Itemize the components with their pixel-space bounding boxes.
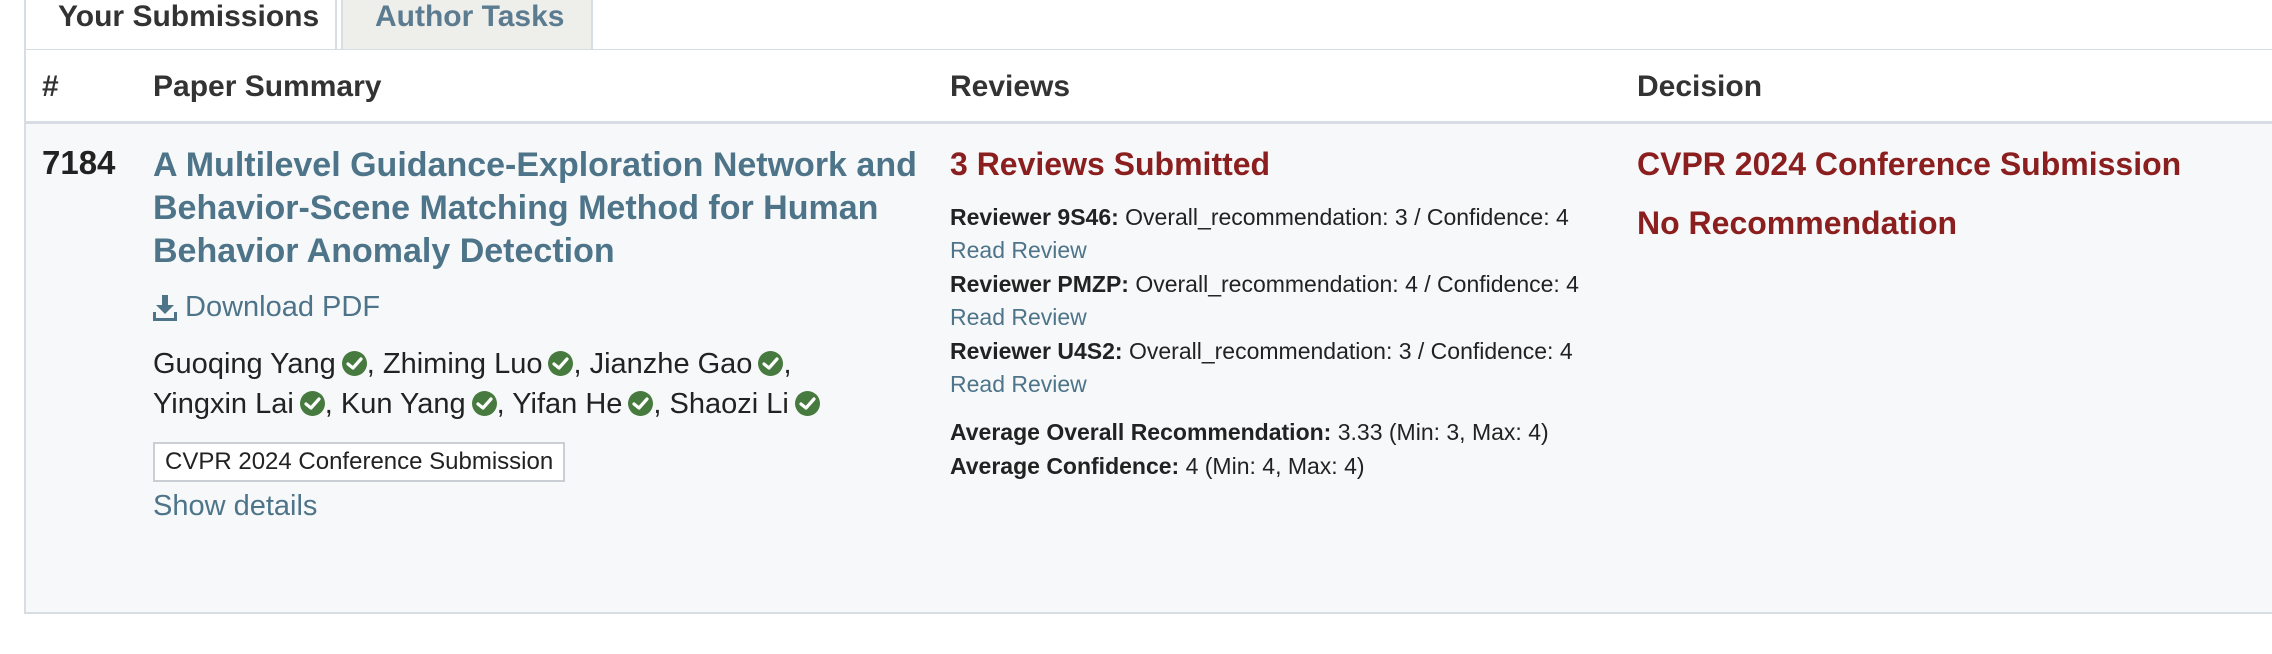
submissions-table: # Paper Summary Reviews Decision 7184 A … xyxy=(24,50,2272,614)
review-summary: Reviewer 9S46: Overall_recommendation: 3… xyxy=(950,200,1640,234)
avg-conf-value: 4 (Min: 4, Max: 4) xyxy=(1185,453,1365,479)
decision-cell: CVPR 2024 Conference Submission No Recom… xyxy=(1637,144,2237,262)
author-name[interactable]: Guoqing Yang xyxy=(153,348,367,380)
author-list: Guoqing Yang, Zhiming Luo, Jianzhe Gao, … xyxy=(153,344,933,424)
review-summary: Reviewer PMZP: Overall_recommendation: 4… xyxy=(950,267,1640,301)
paper-summary: A Multilevel Guidance-Exploration Networ… xyxy=(153,144,953,523)
verified-check-icon xyxy=(341,351,367,376)
download-pdf-label: Download PDF xyxy=(185,291,381,323)
show-details-link[interactable]: Show details xyxy=(153,490,953,523)
review-entry: Reviewer PMZP: Overall_recommendation: 4… xyxy=(950,267,1640,334)
table-row: 7184 A Multilevel Guidance-Exploration N… xyxy=(26,124,2272,612)
author-label: Yifan He xyxy=(512,388,623,420)
download-icon xyxy=(153,294,177,321)
author-label: Guoqing Yang xyxy=(153,348,336,380)
decision-venue: CVPR 2024 Conference Submission xyxy=(1637,146,2182,182)
average-recommendation: Average Overall Recommendation: 3.33 (Mi… xyxy=(950,415,1640,449)
reviewer-name: Reviewer U4S2: xyxy=(950,338,1123,364)
submission-number: 7184 xyxy=(42,144,116,181)
author-label: Shaozi Li xyxy=(669,388,789,420)
author-name[interactable]: Zhiming Luo xyxy=(383,348,574,380)
read-review-link[interactable]: Read Review xyxy=(950,301,1640,334)
tab-your-submissions[interactable]: Your Submissions xyxy=(24,0,337,49)
review-entry: Reviewer 9S46: Overall_recommendation: 3… xyxy=(950,200,1640,267)
author-name[interactable]: Jianzhe Gao xyxy=(590,348,784,380)
author-name[interactable]: Shaozi Li xyxy=(670,388,820,420)
paper-title-link[interactable]: A Multilevel Guidance-Exploration Networ… xyxy=(153,144,953,273)
header-paper-summary: Paper Summary xyxy=(153,70,382,103)
reviews-cell: 3 Reviews Submitted Reviewer 9S46: Overa… xyxy=(950,144,1640,483)
author-name[interactable]: Yingxin Lai xyxy=(153,388,325,420)
read-review-link[interactable]: Read Review xyxy=(950,234,1640,267)
verified-check-icon xyxy=(794,391,820,416)
download-pdf-link[interactable]: Download PDF xyxy=(153,291,953,324)
review-summary: Reviewer U4S2: Overall_recommendation: 3… xyxy=(950,334,1640,368)
author-name[interactable]: Yifan He xyxy=(512,388,654,420)
avg-conf-label: Average Confidence: xyxy=(950,453,1180,479)
author-label: Zhiming Luo xyxy=(382,348,543,380)
review-scores: Overall_recommendation: 3 / Confidence: … xyxy=(1125,204,1569,230)
review-averages: Average Overall Recommendation: 3.33 (Mi… xyxy=(950,415,1640,483)
reviewer-name: Reviewer 9S46: xyxy=(950,204,1119,230)
table-header: # Paper Summary Reviews Decision xyxy=(26,50,2272,124)
review-entry: Reviewer U4S2: Overall_recommendation: 3… xyxy=(950,334,1640,401)
verified-check-icon xyxy=(548,351,574,376)
avg-rec-value: 3.33 (Min: 3, Max: 4) xyxy=(1337,419,1549,445)
reviewer-name: Reviewer PMZP: xyxy=(950,271,1129,297)
review-scores: Overall_recommendation: 3 / Confidence: … xyxy=(1128,338,1573,364)
author-label: Kun Yang xyxy=(340,388,466,420)
author-name[interactable]: Kun Yang xyxy=(341,388,497,420)
author-label: Yingxin Lai xyxy=(153,388,294,420)
author-label: Jianzhe Gao xyxy=(589,348,753,380)
average-confidence: Average Confidence: 4 (Min: 4, Max: 4) xyxy=(950,449,1640,483)
avg-rec-label: Average Overall Recommendation: xyxy=(950,419,1332,445)
read-review-link[interactable]: Read Review xyxy=(950,368,1640,401)
review-scores: Overall_recommendation: 4 / Confidence: … xyxy=(1135,271,1579,297)
verified-check-icon xyxy=(299,391,325,416)
reviews-count-title: 3 Reviews Submitted xyxy=(950,146,1271,182)
header-reviews: Reviews xyxy=(950,70,1071,103)
verified-check-icon xyxy=(758,351,784,376)
tab-bar: Your Submissions Author Tasks xyxy=(0,0,2272,51)
tab-author-tasks[interactable]: Author Tasks xyxy=(341,0,593,49)
decision-status: No Recommendation xyxy=(1637,205,1958,241)
header-decision: Decision xyxy=(1637,70,1763,103)
header-number: # xyxy=(42,70,59,103)
verified-check-icon xyxy=(471,391,497,416)
verified-check-icon xyxy=(628,391,654,416)
venue-badge: CVPR 2024 Conference Submission xyxy=(153,442,566,482)
